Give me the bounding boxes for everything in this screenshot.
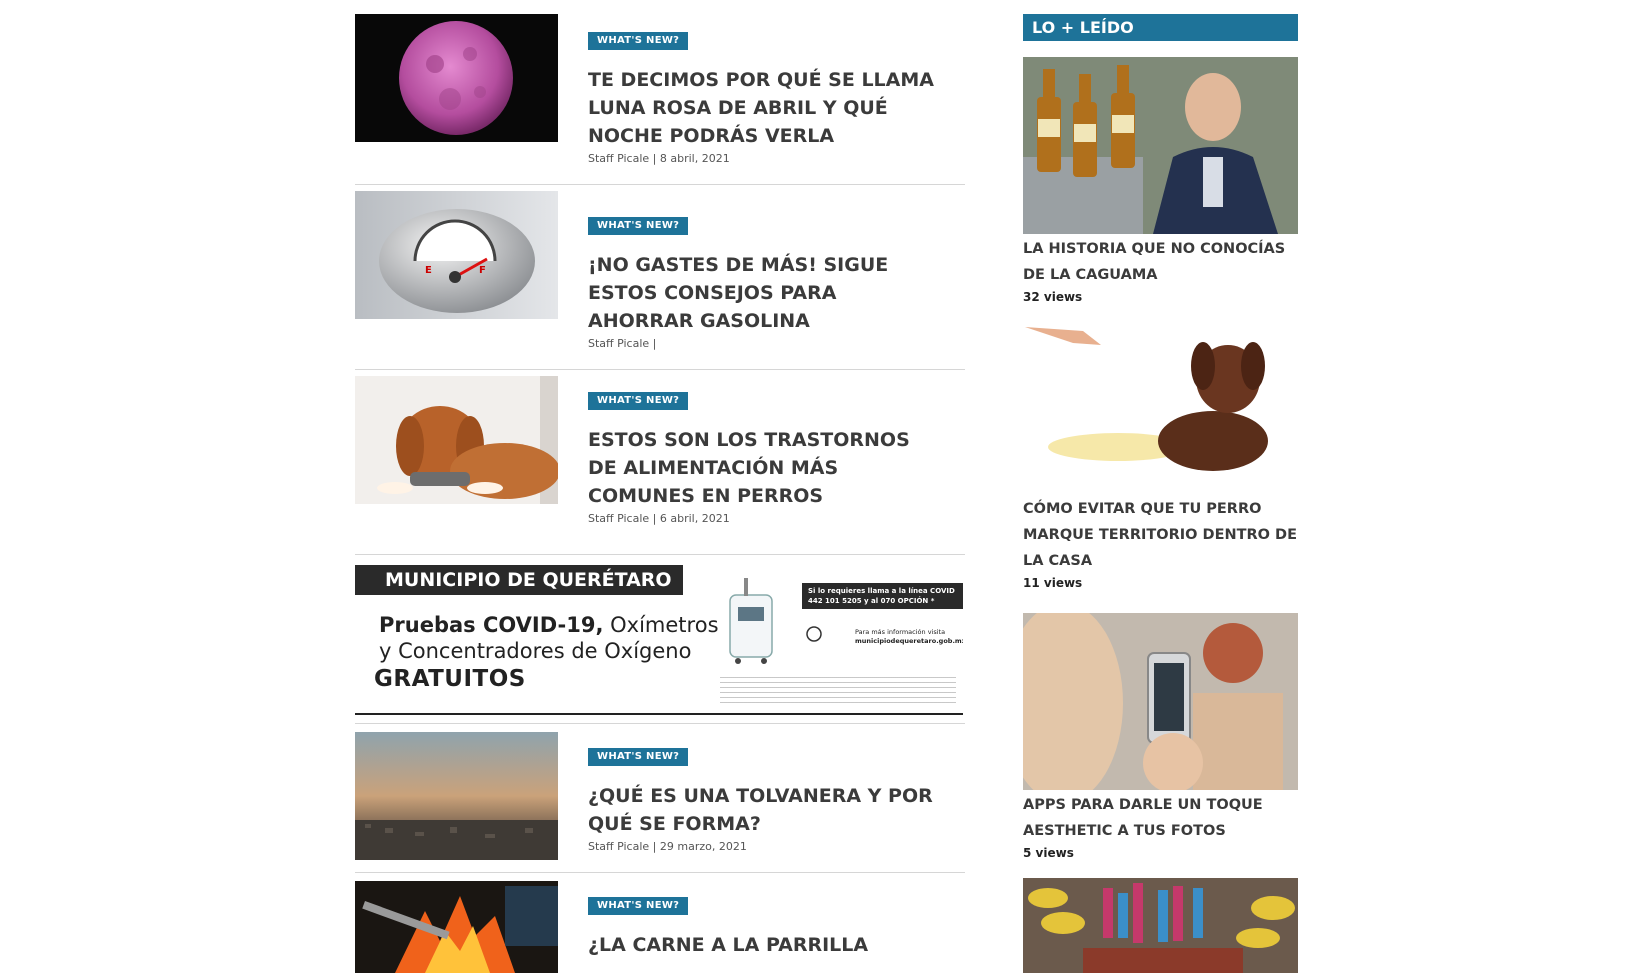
most-read-title[interactable]: CÓMO EVITAR QUE TU PERRO MARQUE TERRITOR…	[1023, 496, 1298, 574]
most-read-item[interactable]: CÓMO EVITAR QUE TU PERRO MARQUE TERRITOR…	[1023, 321, 1298, 592]
article-meta: Staff Picale | 29 marzo, 2021	[588, 840, 747, 853]
market-fruit-image[interactable]	[1023, 878, 1298, 973]
article-title[interactable]: ¿LA CARNE A LA PARRILLA	[588, 931, 938, 959]
category-badge[interactable]: WHAT'S NEW?	[588, 392, 689, 410]
ad-subline: y Concentradores de Oxígeno	[379, 639, 692, 663]
article-card: WHAT'S NEW? TE DECIMOS POR QUÉ SE LLAMA …	[355, 0, 965, 185]
phone-photo-image[interactable]	[1023, 613, 1298, 790]
ad-covid-box: Si lo requieres llama a la línea COVID 4…	[802, 583, 963, 609]
ad-fine-print	[720, 677, 956, 707]
ad-info: Para más información visita municipiodeq…	[855, 628, 963, 645]
article-meta: Staff Picale | 6 abril, 2021	[588, 512, 730, 525]
category-badge[interactable]: WHAT'S NEW?	[588, 217, 689, 235]
article-card: E F WHAT'S NEW? ¡NO GASTES DE MÁS! SIGUE…	[355, 185, 965, 370]
piggy-fuel-gauge-image[interactable]: E F	[355, 191, 558, 319]
dog-eating-image[interactable]	[355, 376, 558, 504]
article-card: WHAT'S NEW? ESTOS SON LOS TRASTORNOS DE …	[355, 370, 965, 555]
svg-text:E: E	[425, 265, 432, 276]
article-card: WHAT'S NEW? ¿LA CARNE A LA PARRILLA	[355, 873, 965, 973]
dusty-city-image[interactable]	[355, 732, 558, 860]
category-badge[interactable]: WHAT'S NEW?	[588, 748, 689, 766]
queretaro-seal-icon	[806, 626, 822, 642]
article-list: WHAT'S NEW? TE DECIMOS POR QUÉ SE LLAMA …	[355, 0, 965, 973]
ad-callout: GRATUITOS	[374, 666, 526, 692]
pink-moon-image[interactable]	[355, 14, 558, 142]
views-count: 32 views	[1023, 290, 1083, 304]
ad-headline: Pruebas COVID-19, Oxímetros	[379, 613, 719, 637]
article-title[interactable]: ¡NO GASTES DE MÁS! SIGUE ESTOS CONSEJOS …	[588, 251, 938, 335]
most-read-item[interactable]	[1023, 878, 1298, 973]
article-title[interactable]: TE DECIMOS POR QUÉ SE LLAMA LUNA ROSA DE…	[588, 66, 938, 150]
oxygen-concentrator-icon	[729, 578, 773, 664]
most-read-title[interactable]: LA HISTORIA QUE NO CONOCÍAS DE LA CAGUAM…	[1023, 236, 1298, 288]
article-meta: Staff Picale |	[588, 337, 657, 350]
sidebar-heading: LO + LEÍDO	[1023, 14, 1298, 41]
most-read-item[interactable]: LA HISTORIA QUE NO CONOCÍAS DE LA CAGUAM…	[1023, 57, 1298, 306]
ad-header: MUNICIPIO DE QUERÉTARO	[355, 565, 683, 595]
most-read-sidebar: LO + LEÍDO LA HISTORIA QUE NO CONOCÍAS D…	[1023, 14, 1298, 973]
article-meta: Staff Picale | 8 abril, 2021	[588, 152, 730, 165]
article-title[interactable]: ESTOS SON LOS TRASTORNOS DE ALIMENTACIÓN…	[588, 426, 938, 510]
article-title[interactable]: ¿QUÉ ES UNA TOLVANERA Y POR QUÉ SE FORMA…	[588, 782, 938, 838]
dog-puddle-image[interactable]	[1023, 321, 1298, 488]
category-badge[interactable]: WHAT'S NEW?	[588, 32, 689, 50]
svg-text:F: F	[479, 265, 486, 276]
views-count: 5 views	[1023, 846, 1074, 860]
ad-creative[interactable]: MUNICIPIO DE QUERÉTARO Pruebas COVID-19,…	[355, 565, 963, 715]
most-read-item[interactable]: APPS PARA DARLE UN TOQUE AESTHETIC A TUS…	[1023, 613, 1298, 862]
category-badge[interactable]: WHAT'S NEW?	[588, 897, 689, 915]
views-count: 11 views	[1023, 576, 1083, 590]
beer-bottles-man-image[interactable]	[1023, 57, 1298, 234]
most-read-title[interactable]: APPS PARA DARLE UN TOQUE AESTHETIC A TUS…	[1023, 792, 1298, 844]
article-card: WHAT'S NEW? ¿QUÉ ES UNA TOLVANERA Y POR …	[355, 724, 965, 873]
grill-fire-image[interactable]	[355, 881, 558, 973]
ad-banner[interactable]: MUNICIPIO DE QUERÉTARO Pruebas COVID-19,…	[355, 555, 965, 724]
